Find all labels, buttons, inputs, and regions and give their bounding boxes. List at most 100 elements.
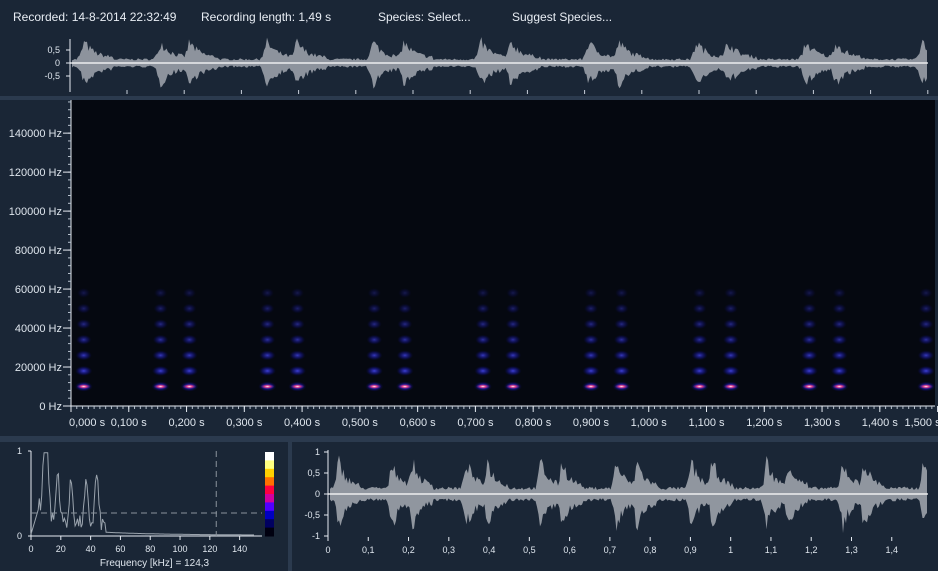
spectrogram-energy [832,303,847,314]
spectrum-colorbar-segment [265,485,274,495]
spectrogram-energy [583,334,599,345]
spectrum-colorbar-segment [265,477,274,487]
spectrogram-energy [917,365,935,376]
spectrogram-energy [691,350,708,361]
spectrum-x-label: Frequency [kHz] = 124,3 [100,558,210,569]
spectrogram-energy [722,334,739,345]
spectrogram-peak [475,384,490,390]
spectrogram-energy [396,365,414,376]
waveform-detail[interactable]: 1 0,5 0 -0,5 -1 0 0,1 0,2 0,3 0,4 0,5 0,6 0,7 0,8 0,9 1… [292,442,938,571]
waveform-detail-x-tick: 1,2 [805,545,818,555]
spectrum-x-tick: 120 [202,544,217,554]
spectrogram-energy [584,287,598,298]
spectrogram-energy [802,303,817,314]
spectrogram-energy [182,303,197,314]
spectrum-colorbar-segment [265,510,274,520]
waveform-detail-y-tick: 1 [315,447,320,457]
spectrogram-energy [918,319,934,330]
spectrogram-energy [475,319,491,330]
waveform-detail-x-tick: 1,3 [845,545,858,555]
spectrogram-energy [366,350,383,361]
spectrogram-energy [76,303,91,314]
spectrum-colorbar-segment [265,452,274,461]
spectrum-colorbar-segment [265,468,274,478]
spectrogram-energy [474,365,492,376]
spectrogram-x-tick: 0,300 s [226,417,263,429]
waveform-detail-x-tick: 0,3 [443,545,456,555]
spectrogram-energy [75,334,92,345]
spectrogram-energy [505,319,521,330]
spectrogram-energy [397,319,413,330]
waveform-detail-x-tick: 0,5 [523,545,536,555]
spectrogram-plot-area [71,100,935,406]
spectrogram-energy [475,303,490,314]
spectrogram-energy [259,350,276,361]
spectrum-colorbar-segment [265,519,274,529]
spectrogram-energy [831,350,848,361]
spectrum-curve [30,452,254,536]
frequency-spectrum-panel[interactable]: 100 20 40 60 80 100 120 140Frequency [kHz] = 12… [0,442,288,571]
spectrogram-energy [614,287,629,298]
spectrogram-energy [367,287,381,298]
waveform-detail-x-tick: 0 [325,545,330,555]
spectrogram-energy [260,287,275,298]
spectrogram-energy [802,287,816,298]
waveform-detail-x-tick: 0,8 [644,545,657,555]
spectrogram-energy [583,303,598,314]
spectrogram-energy [260,303,275,314]
spectrogram-x-tick: 0,600 s [400,417,437,429]
spectrogram-peak [367,384,382,390]
spectrogram-peak [614,384,629,390]
spectrogram-energy [723,303,738,314]
spectrogram-energy [692,319,707,330]
spectrogram-y-tick: 60000 Hz [15,284,62,296]
spectrogram-energy [722,365,740,376]
waveform-detail-y-tick: -0,5 [304,510,320,520]
spectrogram-energy [290,287,305,298]
spectrogram-energy [476,287,490,298]
spectrogram-energy [582,350,600,361]
spectrogram-peak [692,384,707,390]
spectrogram-peak [397,384,412,390]
recorded-label: Recorded: 14-8-2014 22:32:49 [13,10,177,24]
spectrogram-energy [181,350,198,361]
spectrogram-energy [367,303,382,314]
spectrogram-peak [260,384,275,390]
spectrogram-energy [180,365,199,376]
spectrogram-y-tick: 0 Hz [39,401,62,413]
spectrogram-energy [614,303,629,314]
spectrogram-peak [919,384,934,390]
spectrogram-energy [724,287,738,298]
waveform-detail-x-tick: 0,9 [684,545,697,555]
spectrogram-y-tick: 120000 Hz [9,167,62,179]
spectrogram-energy [691,334,708,345]
species-select-button[interactable]: Species: Select... [378,10,471,24]
spectrogram-panel[interactable]: 0 Hz 20000 Hz 40000 Hz 60000 Hz 80000 Hz 1000… [0,100,938,436]
spectrogram-energy [690,365,709,376]
spectrum-colorbar-segment [265,502,274,512]
spectrogram-energy [288,365,307,376]
waveform-detail-y-tick: -1 [312,531,320,541]
spectrogram-energy [613,350,630,361]
waveform-overview-y-tick: -0,5 [44,71,60,81]
spectrogram-peak [723,384,738,390]
spectrogram-energy [582,365,600,376]
spectrum-x-tick: 100 [173,544,188,554]
spectrogram-energy [153,303,168,314]
spectrogram-x-tick: 1,000 s [631,417,668,429]
waveform-overview[interactable]: 0,5 0 -0,5 [0,34,938,96]
spectrum-x-tick: 60 [115,544,125,554]
spectrogram-energy [290,319,305,330]
spectrogram-energy [919,303,934,314]
spectrogram-peak [290,384,305,390]
spectrogram-energy [692,303,707,314]
spectrogram-energy [505,334,521,345]
suggest-species-button[interactable]: Suggest Species... [512,10,612,24]
spectrum-y-tick: 1 [17,446,22,456]
spectrogram-peak [153,384,168,390]
waveform-overview-y-tick: 0,5 [47,45,60,55]
spectrum-colorbar-segment [265,527,274,537]
spectrogram-y-tick: 100000 Hz [9,206,62,218]
spectrogram-peak [505,384,520,390]
spectrogram-peak [182,384,197,390]
